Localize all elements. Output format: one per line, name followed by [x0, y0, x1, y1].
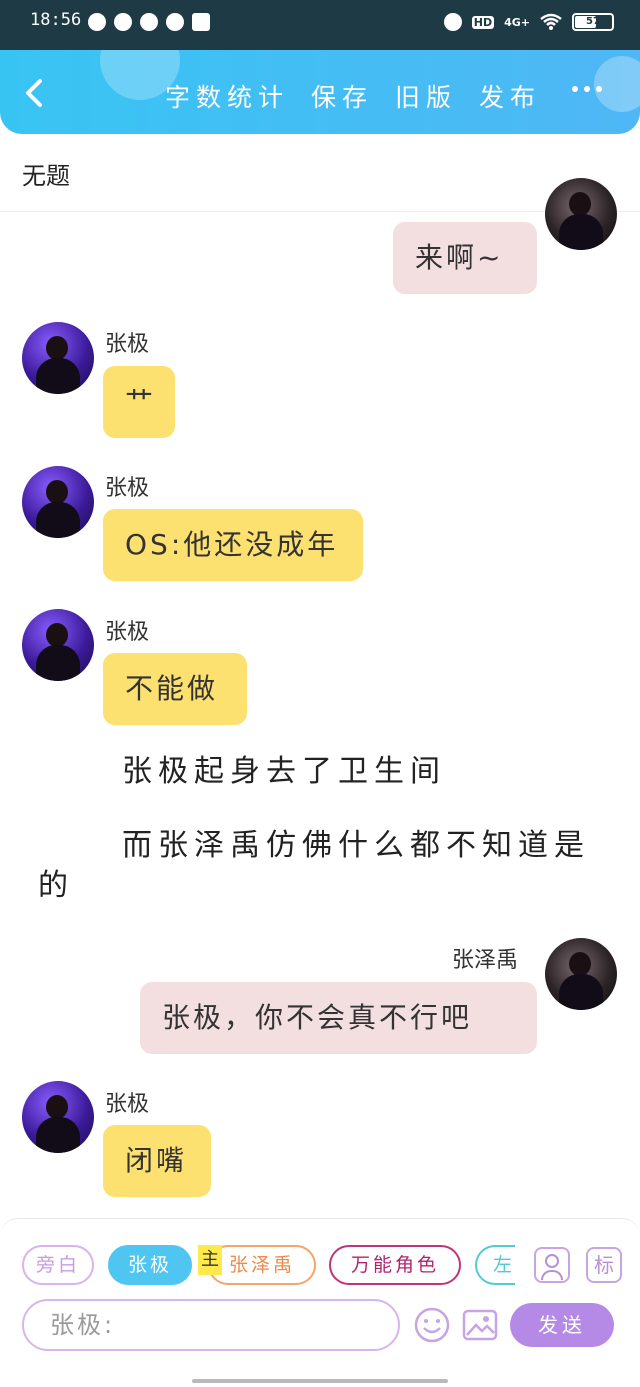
emoji-button[interactable] [414, 1307, 450, 1343]
wechat-icon [114, 13, 132, 31]
hd-icon: HD [471, 15, 495, 29]
message-bubble[interactable]: 不能做 [103, 653, 247, 725]
message-bubble[interactable]: 艹 [103, 366, 175, 438]
avatar[interactable] [22, 466, 94, 538]
back-button[interactable] [20, 78, 50, 108]
compass-icon [140, 13, 158, 31]
header-actions: 字数统计 保存 旧版 发布 [165, 78, 541, 114]
message-bubble[interactable]: 闭嘴 [103, 1125, 211, 1197]
more-dots-icon [572, 86, 578, 92]
role-chip-left[interactable]: 左 [475, 1245, 515, 1285]
message-bubble[interactable]: OS:他还没成年 [103, 509, 363, 581]
more-dots-icon [584, 86, 590, 92]
battery-icon: 57 [572, 13, 614, 31]
header-decoration [594, 56, 640, 112]
avatar[interactable] [22, 322, 94, 394]
image-icon [462, 1309, 498, 1341]
speaker-name: 张泽禹 [452, 948, 519, 973]
speaker-name: 张极 [105, 1092, 150, 1117]
save-button[interactable]: 保存 [311, 78, 373, 114]
speaker-name: 张极 [105, 332, 150, 357]
role-manage-button[interactable] [534, 1247, 570, 1283]
document-title[interactable]: 无题 [22, 156, 70, 191]
main-role-badge: 主 [198, 1245, 222, 1275]
speaker-name: 张极 [105, 620, 150, 645]
role-chip-narration[interactable]: 旁白 [22, 1245, 94, 1285]
avatar[interactable] [545, 938, 617, 1010]
role-chip-zhangji[interactable]: 张极 [108, 1245, 192, 1285]
avatar[interactable] [22, 1081, 94, 1153]
mark-button[interactable]: 标 [586, 1247, 622, 1283]
image-button[interactable] [462, 1307, 498, 1343]
message-input[interactable] [22, 1299, 400, 1351]
chevron-left-icon [26, 79, 42, 107]
more-menu-button[interactable] [572, 86, 602, 92]
narration-text[interactable]: 而张泽禹仿佛什么都不知道是的 [38, 826, 598, 906]
signal-icon: 4G+ [504, 15, 530, 29]
message-bubble[interactable]: 来啊~ [393, 222, 537, 294]
app-header: 字数统计 保存 旧版 发布 [0, 50, 640, 134]
notification-icons [88, 13, 210, 31]
publish-button[interactable]: 发布 [479, 78, 541, 114]
word-count-button[interactable]: 字数统计 [165, 78, 289, 114]
message-bubble[interactable]: 张极，你不会真不行吧 [140, 982, 537, 1054]
qq-icon [88, 13, 106, 31]
narration-text[interactable]: 张极起身去了卫生间 [122, 752, 446, 792]
smile-icon [414, 1307, 450, 1343]
speaker-name: 张极 [105, 476, 150, 501]
more-dots-icon [596, 86, 602, 92]
battery-level: 57 [586, 16, 600, 27]
tiktok-icon [192, 13, 210, 31]
status-bar: 18:56 HD 4G+ 57 [0, 0, 640, 50]
composer-panel: 旁白 张极 张泽禹 主 万能角色 左 标 发送 [0, 1218, 640, 1387]
avatar[interactable] [545, 178, 617, 250]
old-version-button[interactable]: 旧版 [395, 78, 457, 114]
title-bar: 无题 [0, 134, 640, 212]
role-chip-zhangzeyu[interactable]: 张泽禹 [208, 1245, 316, 1285]
system-icons: HD 4G+ 57 [443, 13, 614, 31]
alarm-icon [443, 13, 462, 31]
play-icon [166, 13, 184, 31]
role-chip-any[interactable]: 万能角色 [329, 1245, 461, 1285]
home-indicator[interactable] [192, 1379, 448, 1383]
send-button[interactable]: 发送 [510, 1303, 614, 1347]
status-time: 18:56 [30, 10, 82, 30]
avatar[interactable] [22, 609, 94, 681]
wifi-icon [540, 13, 562, 30]
